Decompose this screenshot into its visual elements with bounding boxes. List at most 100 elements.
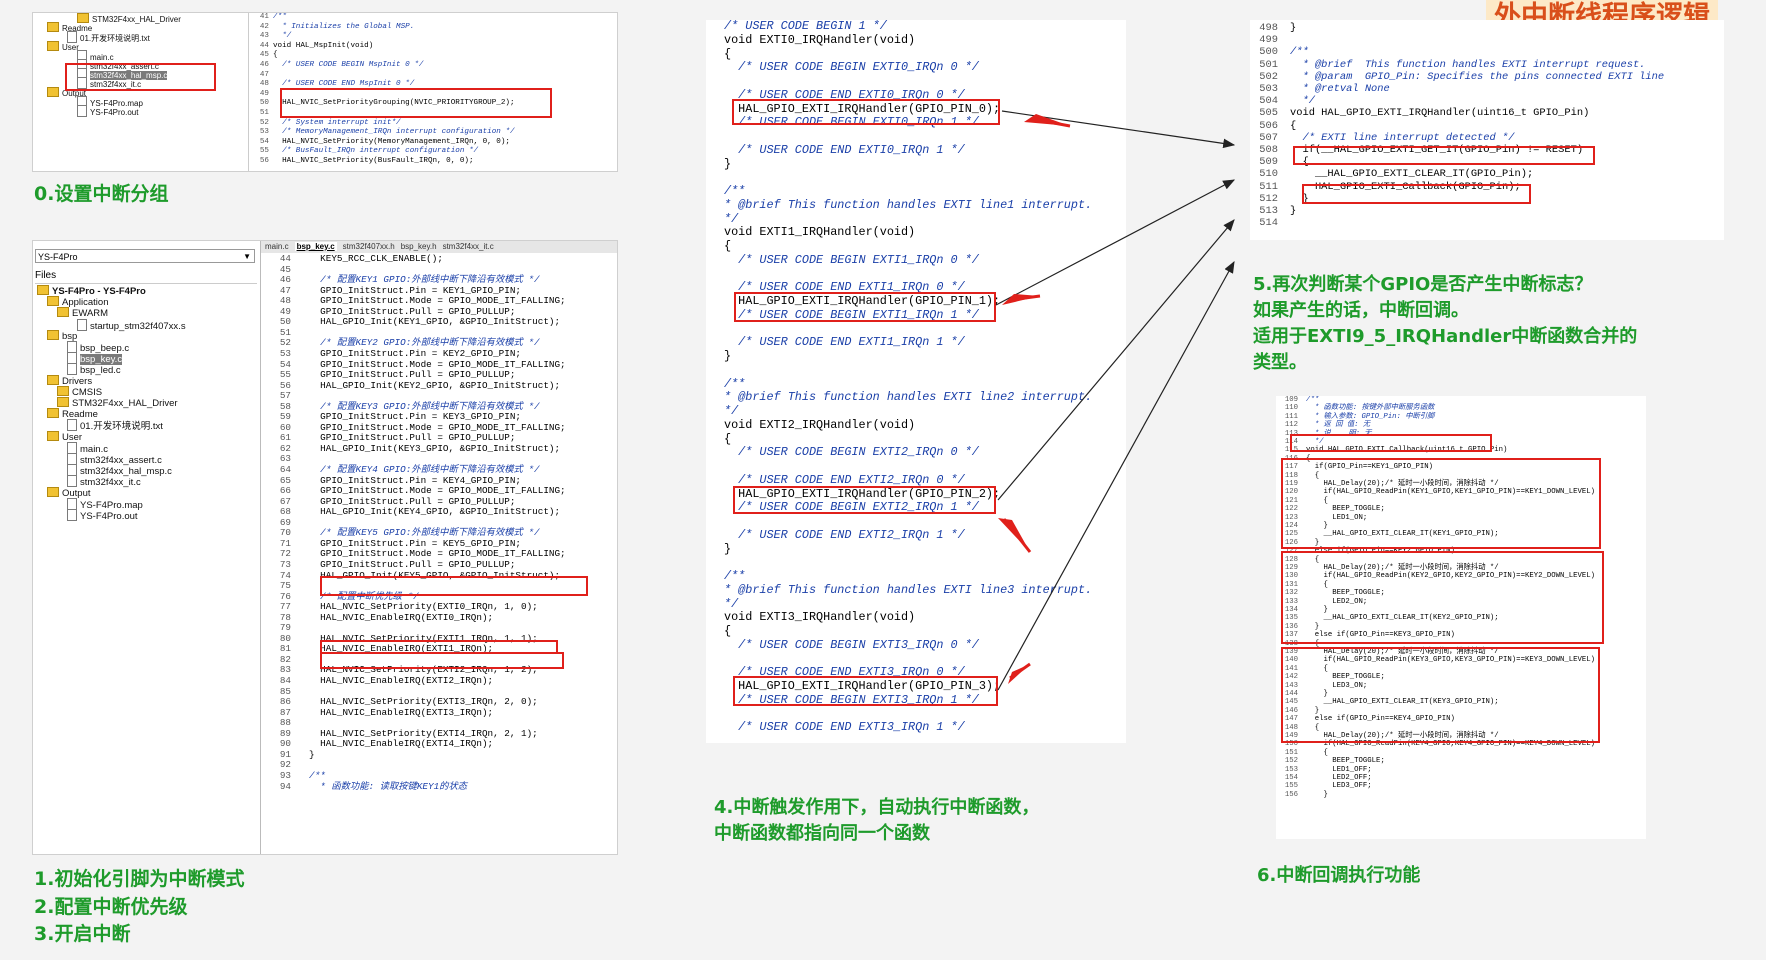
tree-item[interactable]: YS-F4Pro.out <box>77 105 138 117</box>
code-line: LED3_OFF; <box>1306 782 1372 791</box>
tree-item[interactable]: STM32F4xx_HAL_Driver <box>77 13 181 24</box>
code-line: */ <box>724 404 739 418</box>
chevron-down-icon: ▼ <box>243 252 251 261</box>
code-editor-hal: 498} 499 500 /** 501 * @brief This function … <box>1250 20 1724 240</box>
project-select-value: YS-F4Pro <box>38 252 78 262</box>
line-number: 52 <box>259 118 269 127</box>
workspace-sidebar: YS-F4Pro ▼ Files YS-F4Pro - YS-F4Pro Appl… <box>33 241 261 854</box>
code-line: */ <box>724 211 739 226</box>
file-icon <box>67 341 77 353</box>
highlight-irq-pin2 <box>733 486 996 514</box>
line-number: 111 <box>1284 412 1298 421</box>
editor-tab[interactable]: main.c <box>265 242 289 251</box>
highlight-falling-mode <box>320 576 588 596</box>
code-line: /** <box>724 184 746 198</box>
code-line: /* MemoryManagement_IRQn interrupt confi… <box>273 128 515 137</box>
caption-line: 1.初始化引脚为中断模式 <box>34 868 245 890</box>
code-line: HAL_GPIO_Init(KEY2_GPIO, &GPIO_InitStruc… <box>309 379 561 391</box>
highlight-callback-call <box>1302 184 1531 204</box>
code-line: /** <box>724 569 746 583</box>
tree-item[interactable]: User <box>47 40 79 52</box>
file-icon <box>77 105 87 117</box>
folder-icon <box>47 22 59 33</box>
line-number: 43 <box>259 32 269 41</box>
editor-tab[interactable]: stm32f4xx_it.c <box>443 242 494 251</box>
highlight-key3-branch <box>1281 647 1600 743</box>
line-number: 51 <box>259 109 269 117</box>
line-number: 514 <box>1259 217 1278 230</box>
code-line: HAL_NVIC_SetPriority(BusFault_IRQn, 0, 0… <box>273 157 474 165</box>
code-line: void HAL_MspInit(void) <box>273 41 374 50</box>
line-number: 55 <box>279 369 291 381</box>
code-line: /* USER CODE BEGIN 1 */ <box>724 20 887 33</box>
code-line: HAL_NVIC_EnableIRQ(EXTI2_IRQn); <box>309 675 494 686</box>
line-number: 500 <box>1259 46 1278 59</box>
code-line: HAL_GPIO_Init(KEY3_GPIO, &GPIO_InitStruc… <box>309 442 561 454</box>
caption-line: 类型。 <box>1253 352 1307 374</box>
line-number: 499 <box>1259 34 1278 47</box>
line-number: 75 <box>279 580 291 592</box>
project-select[interactable]: YS-F4Pro ▼ <box>35 249 255 263</box>
code-line: KEY5_RCC_CLK_ENABLE(); <box>309 253 443 264</box>
folder-icon <box>47 86 59 97</box>
line-number: 110 <box>1284 404 1298 413</box>
line-number: 41 <box>259 13 269 21</box>
code-line: * @brief This function handles EXTI inte… <box>1290 58 1646 71</box>
folder-icon <box>57 307 69 318</box>
line-number: 503 <box>1259 83 1278 95</box>
editor-tab[interactable]: bsp_key.c <box>294 242 337 251</box>
line-number: 508 <box>1259 144 1278 156</box>
line-number: 56 <box>259 157 269 165</box>
code-line: * Initializes the Global MSP. <box>273 22 415 31</box>
line-number: 112 <box>1284 421 1298 430</box>
code-line: /* USER CODE END EXTI1_IRQn 1 */ <box>724 335 965 350</box>
code-line: /* System interrupt init*/ <box>273 118 401 127</box>
file-icon <box>67 441 77 454</box>
code-line: * 函数功能: 读取按键KEY1的状态 <box>309 780 468 792</box>
highlight-irq-pin1 <box>734 292 996 322</box>
code-line: /* USER CODE BEGIN EXTI1_IRQn 0 */ <box>724 252 979 267</box>
code-line: /* USER CODE BEGIN EXTI0_IRQn 0 */ <box>724 60 979 75</box>
caption-line: 如果产生的话，中断回调。 <box>1253 300 1469 322</box>
code-line: /** <box>273 13 287 21</box>
highlight-key1-branch <box>1281 458 1601 549</box>
line-number: 44 <box>259 41 269 50</box>
code-line: * @retval None <box>1290 83 1390 95</box>
tree-item-label: YS-F4Pro.out <box>90 108 139 117</box>
code-line: void EXTI1_IRQHandler(void) <box>724 225 916 240</box>
caption-line: 中断函数都指向同一个函数 <box>714 823 930 845</box>
code-line: HAL_NVIC_SetPriority(MemoryManagement_IR… <box>273 137 510 146</box>
caption-step4: 4.中断触发作用下，自动执行中断函数， 中断函数都指向同一个函数 <box>714 795 1039 847</box>
folder-icon <box>47 486 59 497</box>
line-number: 153 <box>1284 765 1298 774</box>
line-number: 53 <box>259 128 269 137</box>
highlight-key2-branch <box>1281 551 1604 644</box>
project-tree-mini: STM32F4xx_HAL_Driver Readme 01.开发环境说明.txt U… <box>33 13 249 171</box>
tree-item[interactable]: 01.开发环境说明.txt <box>67 31 150 44</box>
editor-area: main.c bsp_key.c stm32f407xx.h bsp_key.h stm… <box>261 241 617 854</box>
caption-step5: 5.再次判断某个GPIO是否产生中断标志？ 如果产生的话，中断回调。 适用于EX… <box>1253 272 1637 376</box>
tree-item[interactable]: startup_stm32f407xx.s <box>77 318 186 332</box>
caption-line: 适用于EXTI9_5_IRQHandler中断函数合并的 <box>1253 326 1638 348</box>
code-line: /* USER CODE BEGIN MspInit 0 */ <box>273 61 424 69</box>
code-line: /** <box>1290 46 1309 59</box>
code-line: /* EXTI line interrupt detected */ <box>1290 131 1515 144</box>
code-line: HAL_NVIC_EnableIRQ(EXTI4_IRQn); <box>309 738 494 750</box>
folder-icon <box>57 397 69 407</box>
code-line: __HAL_GPIO_EXTI_CLEAR_IT(GPIO_Pin); <box>1290 168 1534 181</box>
line-number: 42 <box>259 22 269 31</box>
code-line: /** <box>309 769 326 781</box>
code-line: } <box>1290 22 1297 34</box>
tree-item[interactable]: YS-F4Pro.out <box>67 509 138 522</box>
code-editor-key: 44 KEY5_RCC_CLK_ENABLE(); 45 46 /* 配置KEY1 … <box>261 253 617 854</box>
line-number: 511 <box>1259 180 1278 193</box>
caption-step6: 6.中断回调执行功能 <box>1257 865 1421 886</box>
code-line: GPIO_InitStruct.Pull = GPIO_PULLUP; <box>309 558 516 570</box>
editor-tab[interactable]: bsp_key.h <box>401 242 437 251</box>
code-line: /* 配置KEY4 GPIO:外部线中断下降沿有效模式 */ <box>309 464 540 475</box>
editor-tab[interactable]: stm32f407xx.h <box>343 242 395 251</box>
line-number: 507 <box>1259 131 1278 144</box>
line-number: 94 <box>279 780 291 792</box>
line-number: 44 <box>279 253 291 264</box>
caption-step0: 0.设置中断分组 <box>34 183 169 205</box>
